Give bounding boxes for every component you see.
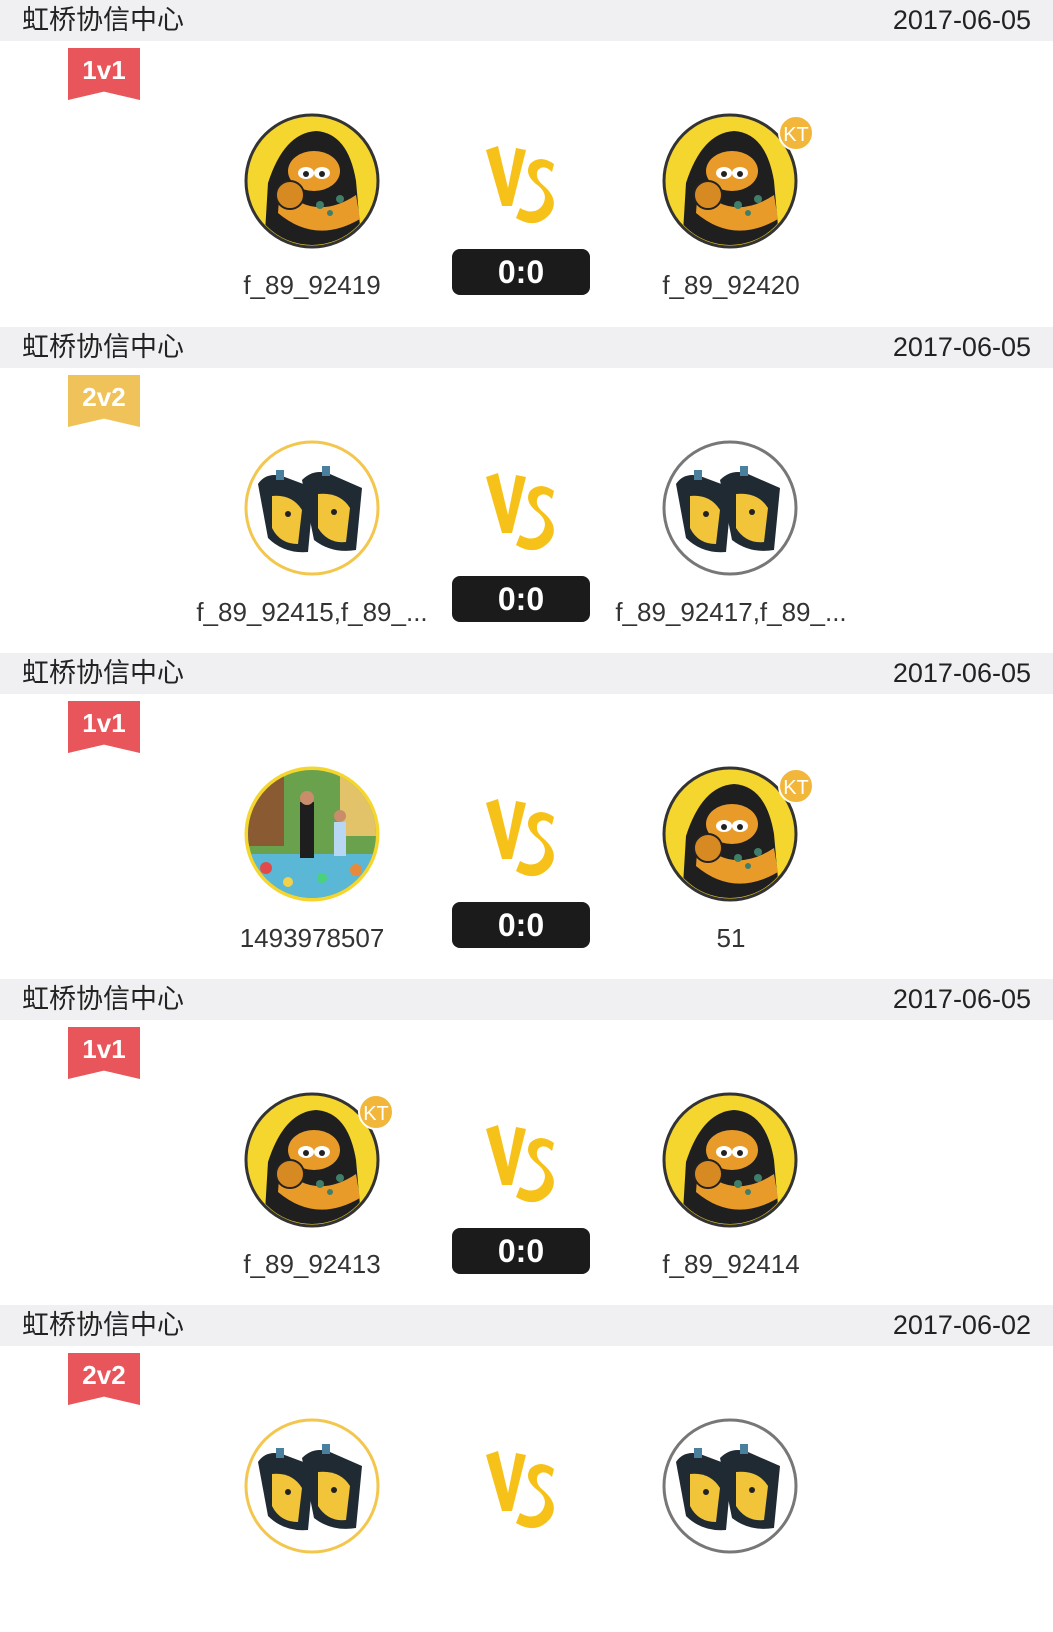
match-date: 2017-06-02 — [892, 1310, 1031, 1340]
match-header: 虹桥协信中心 2017-06-05 — [0, 327, 1053, 368]
venue-label: 虹桥协信中心 — [22, 658, 184, 688]
match-date: 2017-06-05 — [892, 658, 1031, 688]
score-badge: 0:0 — [452, 576, 590, 622]
venue-label: 虹桥协信中心 — [22, 984, 184, 1014]
venue-label: 虹桥协信中心 — [22, 1310, 184, 1340]
right-player-name: f_89_92414 — [662, 1249, 800, 1279]
match-date: 2017-06-05 — [892, 5, 1031, 35]
left-player-name: f_89_92415,f_89_... — [196, 597, 428, 627]
mode-ribbon: 2v2 — [68, 1353, 140, 1405]
mode-ribbon: 1v1 — [68, 701, 140, 753]
left-player-avatar[interactable] — [244, 1418, 380, 1554]
vs-icon — [484, 793, 558, 881]
left-player-name: f_89_92419 — [243, 270, 381, 300]
match-card[interactable]: 虹桥协信中心 2017-06-05 1v1 KT f_89_92413 f_89… — [0, 979, 1053, 1306]
left-player-avatar[interactable] — [244, 440, 380, 576]
right-player-name: f_89_92420 — [662, 270, 800, 300]
right-player-name: 51 — [716, 923, 746, 953]
vs-icon — [484, 1119, 558, 1207]
match-card[interactable]: 虹桥协信中心 2017-06-05 1v1 1493978507 KT 51 0… — [0, 653, 1053, 980]
left-player-name: f_89_92413 — [243, 1249, 381, 1279]
right-player-name: f_89_92417,f_89_... — [615, 597, 847, 627]
match-date: 2017-06-05 — [892, 332, 1031, 362]
score-badge: 0:0 — [452, 249, 590, 295]
vs-icon — [484, 140, 558, 228]
left-player-avatar[interactable] — [244, 766, 380, 902]
right-player-avatar[interactable] — [662, 1092, 798, 1228]
kt-badge: KT — [778, 768, 814, 804]
venue-label: 虹桥协信中心 — [22, 5, 184, 35]
vs-icon — [484, 1445, 558, 1533]
mode-ribbon: 1v1 — [68, 48, 140, 100]
right-player-avatar[interactable] — [662, 440, 798, 576]
vs-icon — [484, 467, 558, 555]
match-date: 2017-06-05 — [892, 984, 1031, 1014]
left-player-name: 1493978507 — [239, 923, 385, 953]
match-header: 虹桥协信中心 2017-06-05 — [0, 979, 1053, 1020]
match-card[interactable]: 虹桥协信中心 2017-06-05 2v2 f_89_92415,f_89_... … — [0, 327, 1053, 654]
match-header: 虹桥协信中心 2017-06-05 — [0, 653, 1053, 694]
kt-badge: KT — [358, 1094, 394, 1130]
score-badge: 0:0 — [452, 902, 590, 948]
match-card[interactable]: 虹桥协信中心 2017-06-02 2v2 — [0, 1305, 1053, 1632]
match-header: 虹桥协信中心 2017-06-02 — [0, 1305, 1053, 1346]
match-header: 虹桥协信中心 2017-06-05 — [0, 0, 1053, 41]
score-badge: 0:0 — [452, 1228, 590, 1274]
right-player-avatar[interactable] — [662, 1418, 798, 1554]
match-card[interactable]: 虹桥协信中心 2017-06-05 1v1 f_89_92419 KT f_89… — [0, 0, 1053, 327]
mode-ribbon: 1v1 — [68, 1027, 140, 1079]
venue-label: 虹桥协信中心 — [22, 332, 184, 362]
left-player-avatar[interactable] — [244, 113, 380, 249]
kt-badge: KT — [778, 115, 814, 151]
mode-ribbon: 2v2 — [68, 375, 140, 427]
